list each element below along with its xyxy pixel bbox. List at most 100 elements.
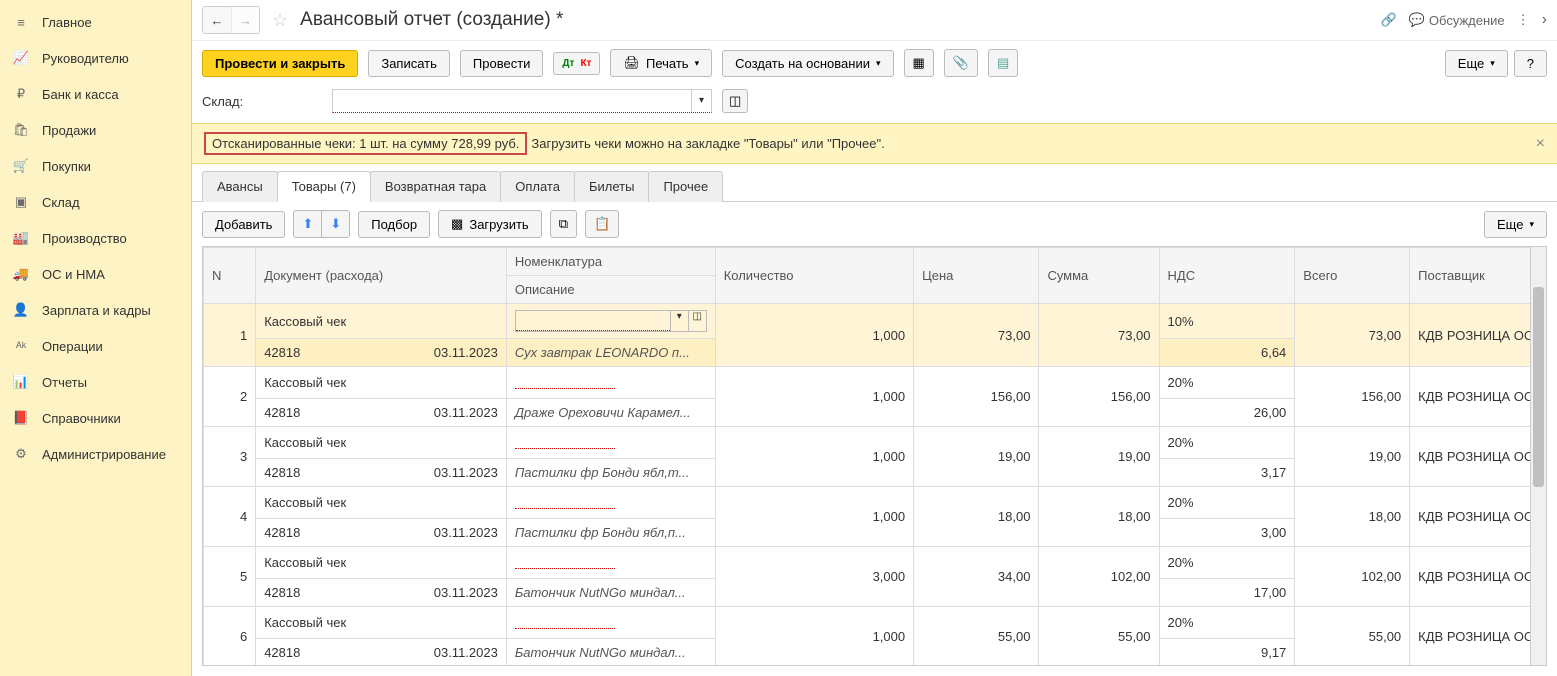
cell-qty[interactable]: 3,000 (715, 547, 913, 607)
nav-forward-button[interactable]: → (231, 7, 259, 33)
cell-nomen[interactable] (506, 607, 715, 639)
cell-total[interactable]: 73,00 (1295, 304, 1410, 367)
cell-total[interactable]: 156,00 (1295, 367, 1410, 427)
table-row[interactable]: 5Кассовый чек3,00034,00102,0020%102,00КД… (204, 547, 1546, 579)
cell-vatsum[interactable]: 3,00 (1159, 519, 1295, 547)
cell-docnum[interactable]: 4281803.11.2023 (256, 459, 507, 487)
cell-nomen[interactable] (506, 427, 715, 459)
cell-doc[interactable]: Кассовый чек (256, 367, 507, 399)
sidebar-item-ruble[interactable]: ₽Банк и касса (0, 76, 191, 112)
pick-button[interactable]: Подбор (358, 211, 430, 238)
post-button[interactable]: Провести (460, 50, 544, 77)
sidebar-item-factory[interactable]: 🏭Производство (0, 220, 191, 256)
th-vat[interactable]: НДС (1159, 248, 1295, 304)
cell-sum[interactable]: 19,00 (1039, 427, 1159, 487)
cell-price[interactable]: 55,00 (914, 607, 1039, 667)
cell-sum[interactable]: 18,00 (1039, 487, 1159, 547)
th-sum[interactable]: Сумма (1039, 248, 1159, 304)
warehouse-dropdown-icon[interactable]: ▾ (691, 90, 711, 112)
cell-price[interactable]: 156,00 (914, 367, 1039, 427)
cell-vat[interactable]: 20% (1159, 487, 1295, 519)
sidebar-item-cart[interactable]: 🛒Покупки (0, 148, 191, 184)
table-row[interactable]: 4Кассовый чек1,00018,0018,0020%18,00КДВ … (204, 487, 1546, 519)
th-price[interactable]: Цена (914, 248, 1039, 304)
cell-sum[interactable]: 55,00 (1039, 607, 1159, 667)
cell-vat[interactable]: 20% (1159, 547, 1295, 579)
cell-total[interactable]: 18,00 (1295, 487, 1410, 547)
cell-supplier[interactable]: КДВ РОЗНИЦА ОС (1410, 607, 1546, 667)
tab-авансы[interactable]: Авансы (202, 171, 278, 202)
close-icon[interactable]: › (1542, 11, 1547, 29)
table-row[interactable]: 3Кассовый чек1,00019,0019,0020%19,00КДВ … (204, 427, 1546, 459)
cell-supplier[interactable]: КДВ РОЗНИЦА ОС (1410, 547, 1546, 607)
cell-doc[interactable]: Кассовый чек (256, 304, 507, 339)
nomen-placeholder[interactable] (515, 613, 615, 629)
cell-vatsum[interactable]: 26,00 (1159, 399, 1295, 427)
cell-nomen[interactable]: ▾◫ (506, 304, 715, 339)
cell-total[interactable]: 55,00 (1295, 607, 1410, 667)
sidebar-item-gear[interactable]: ⚙Администрирование (0, 436, 191, 472)
sidebar-item-chart[interactable]: 📈Руководителю (0, 40, 191, 76)
cell-qty[interactable]: 1,000 (715, 427, 913, 487)
th-total[interactable]: Всего (1295, 248, 1410, 304)
vertical-scrollbar[interactable] (1530, 247, 1546, 665)
cell-sum[interactable]: 102,00 (1039, 547, 1159, 607)
link-icon[interactable]: 🔗 (1381, 12, 1397, 28)
favorite-star-icon[interactable]: ☆ (272, 10, 288, 31)
th-qty[interactable]: Количество (715, 248, 913, 304)
cell-nomen[interactable] (506, 487, 715, 519)
cell-price[interactable]: 34,00 (914, 547, 1039, 607)
cell-docnum[interactable]: 4281803.11.2023 (256, 399, 507, 427)
nomen-placeholder[interactable] (515, 493, 615, 509)
tab-товары7[interactable]: Товары (7) (277, 171, 371, 202)
cell-supplier[interactable]: КДВ РОЗНИЦА ОС (1410, 427, 1546, 487)
th-supplier[interactable]: Поставщик (1410, 248, 1546, 304)
sidebar-item-book[interactable]: 📕Справочники (0, 400, 191, 436)
post-close-button[interactable]: Провести и закрыть (202, 50, 358, 77)
warehouse-open-button[interactable]: ◫ (722, 89, 748, 113)
nomen-placeholder[interactable] (515, 433, 615, 449)
cell-doc[interactable]: Кассовый чек (256, 427, 507, 459)
cell-docnum[interactable]: 4281803.11.2023 (256, 519, 507, 547)
sidebar-item-menu[interactable]: ≡Главное (0, 4, 191, 40)
cell-vatsum[interactable]: 17,00 (1159, 579, 1295, 607)
cell-desc[interactable]: Сух завтрак LEONARDO п... (506, 339, 715, 367)
cell-price[interactable]: 18,00 (914, 487, 1039, 547)
th-desc[interactable]: Описание (506, 276, 715, 304)
structure-button[interactable]: ▦ (904, 49, 934, 77)
banner-close-icon[interactable]: × (1536, 135, 1545, 153)
cell-desc[interactable]: Батончик NutNGo миндал... (506, 639, 715, 667)
move-down-button[interactable]: ⬇ (321, 211, 349, 237)
table-more-button[interactable]: Еще ▾ (1484, 211, 1547, 238)
warehouse-text[interactable] (333, 90, 691, 112)
cell-docnum[interactable]: 4281803.11.2023 (256, 639, 507, 667)
tab-билеты[interactable]: Билеты (574, 171, 649, 202)
cell-vatsum[interactable]: 9,17 (1159, 639, 1295, 667)
table-row[interactable]: 6Кассовый чек1,00055,0055,0020%55,00КДВ … (204, 607, 1546, 639)
add-button[interactable]: Добавить (202, 211, 285, 238)
cell-total[interactable]: 102,00 (1295, 547, 1410, 607)
sidebar-item-truck[interactable]: 🚚ОС и НМА (0, 256, 191, 292)
cell-supplier[interactable]: КДВ РОЗНИЦА ОС (1410, 304, 1546, 367)
nav-back-button[interactable]: ← (203, 7, 231, 33)
cell-qty[interactable]: 1,000 (715, 607, 913, 667)
th-nomen[interactable]: Номенклатура (506, 248, 715, 276)
sidebar-item-bag[interactable]: 🛍Продажи (0, 112, 191, 148)
cell-desc[interactable]: Батончик NutNGo миндал... (506, 579, 715, 607)
cell-price[interactable]: 73,00 (914, 304, 1039, 367)
th-n[interactable]: N (204, 248, 256, 304)
cell-qty[interactable]: 1,000 (715, 487, 913, 547)
sidebar-item-bars[interactable]: 📊Отчеты (0, 364, 191, 400)
cell-vatsum[interactable]: 3,17 (1159, 459, 1295, 487)
th-doc[interactable]: Документ (расхода) (256, 248, 507, 304)
warehouse-input[interactable]: ▾ (332, 89, 712, 113)
cell-docnum[interactable]: 4281803.11.2023 (256, 339, 507, 367)
sidebar-item-dtkt[interactable]: ᴬᵏОперации (0, 328, 191, 364)
attach-button[interactable]: 📎 (944, 49, 978, 77)
copy-button[interactable]: ⧉ (550, 210, 577, 238)
cell-sum[interactable]: 156,00 (1039, 367, 1159, 427)
cell-vat[interactable]: 20% (1159, 427, 1295, 459)
report-button[interactable]: ▤ (988, 49, 1018, 77)
tab-возвратнаятара[interactable]: Возвратная тара (370, 171, 501, 202)
cell-qty[interactable]: 1,000 (715, 304, 913, 367)
